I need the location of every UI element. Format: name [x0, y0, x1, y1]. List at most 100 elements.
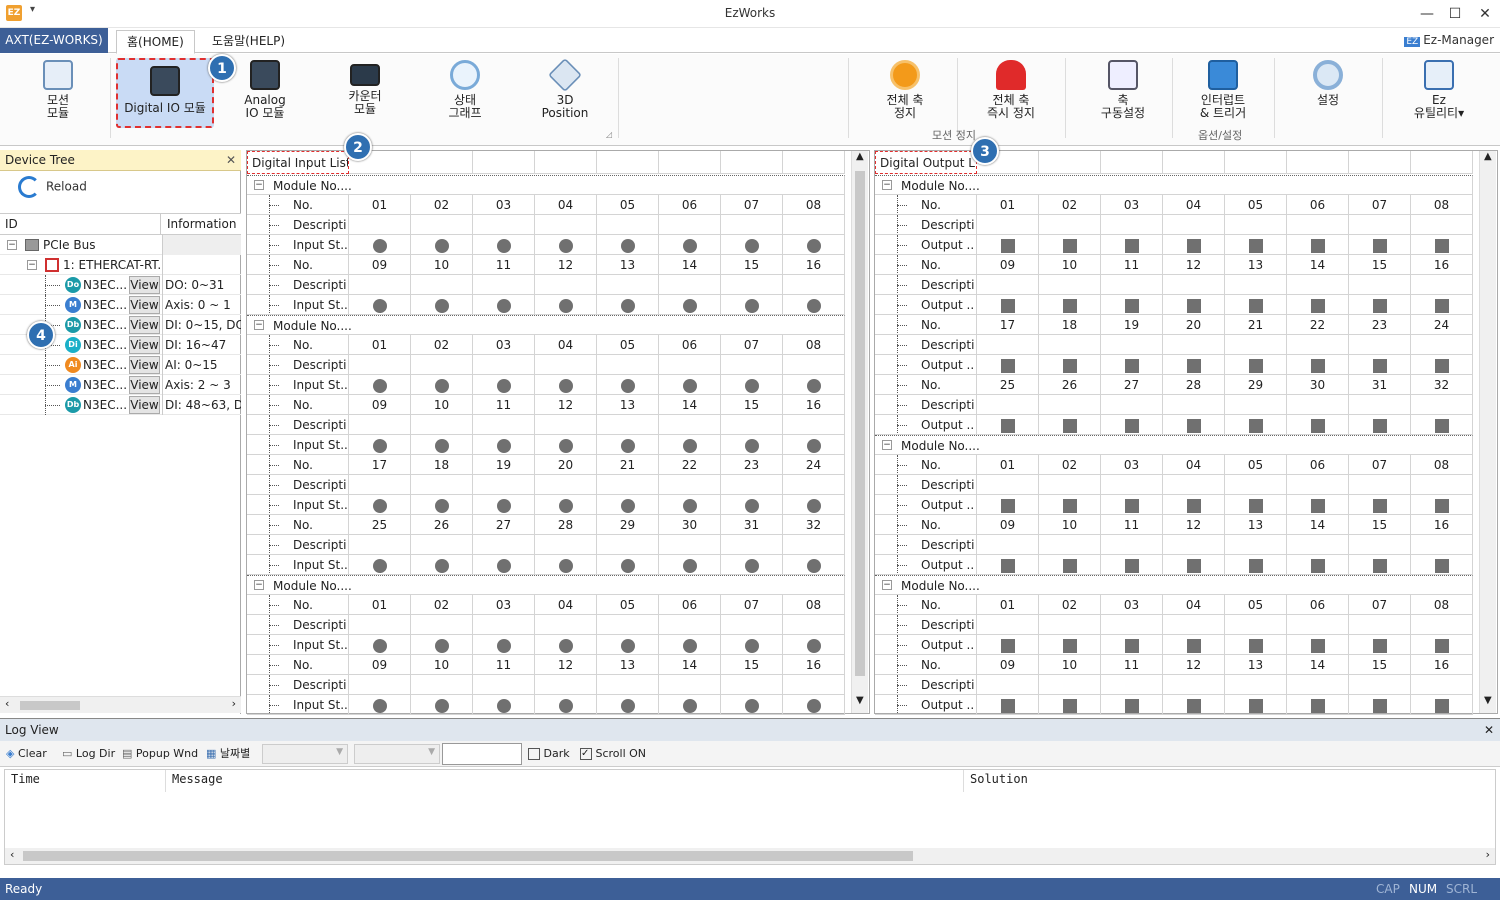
- io-state-cell[interactable]: [1225, 555, 1287, 575]
- io-description-cell[interactable]: [1411, 275, 1473, 295]
- io-description-cell[interactable]: [977, 615, 1039, 635]
- output-led-icon[interactable]: [1372, 418, 1387, 433]
- io-description-cell[interactable]: [597, 355, 659, 375]
- io-description-cell[interactable]: [659, 675, 721, 695]
- module-row[interactable]: − Module No....: [875, 435, 1473, 455]
- column-solution[interactable]: Solution: [963, 770, 1034, 792]
- io-state-cell[interactable]: [1101, 555, 1163, 575]
- io-description-cell[interactable]: [411, 475, 473, 495]
- io-description-cell[interactable]: [535, 615, 597, 635]
- io-description-cell[interactable]: [977, 335, 1039, 355]
- output-led-icon[interactable]: [1000, 698, 1015, 713]
- output-led-icon[interactable]: [1248, 558, 1263, 573]
- output-led-icon[interactable]: [1062, 698, 1077, 713]
- io-description-cell[interactable]: [411, 535, 473, 555]
- scroll-thumb[interactable]: [855, 171, 865, 676]
- io-description-cell[interactable]: [721, 415, 783, 435]
- axis-drive-settings-button[interactable]: 축 구동설정: [1090, 56, 1156, 130]
- io-description-cell[interactable]: [535, 275, 597, 295]
- log-horizontal-scrollbar[interactable]: ‹ ›: [5, 848, 1495, 864]
- output-led-icon[interactable]: [1248, 498, 1263, 513]
- io-description-cell[interactable]: [977, 395, 1039, 415]
- output-led-icon[interactable]: [1124, 358, 1139, 373]
- status-graph-button[interactable]: 상태 그래프: [434, 56, 496, 130]
- io-state-cell[interactable]: [1101, 635, 1163, 655]
- minimize-button[interactable]: —: [1412, 2, 1442, 26]
- io-description-cell[interactable]: [1101, 675, 1163, 695]
- output-led-icon[interactable]: [1062, 638, 1077, 653]
- node-view-button[interactable]: View: [129, 316, 160, 334]
- io-state-cell[interactable]: [1349, 635, 1411, 655]
- io-state-cell[interactable]: [1101, 355, 1163, 375]
- output-led-icon[interactable]: [1186, 698, 1201, 713]
- io-state-cell[interactable]: [1039, 355, 1101, 375]
- io-state-cell[interactable]: [977, 495, 1039, 515]
- io-description-cell[interactable]: [1163, 615, 1225, 635]
- output-led-icon[interactable]: [1124, 498, 1139, 513]
- scroll-on-checkbox[interactable]: ✓ Scroll ON: [580, 746, 646, 762]
- position-3d-button[interactable]: 3D Position: [534, 56, 596, 130]
- io-state-cell[interactable]: [1349, 555, 1411, 575]
- io-description-cell[interactable]: [1163, 535, 1225, 555]
- output-led-icon[interactable]: [1310, 498, 1325, 513]
- io-description-cell[interactable]: [1349, 675, 1411, 695]
- io-description-cell[interactable]: [783, 355, 845, 375]
- output-led-icon[interactable]: [1434, 238, 1449, 253]
- output-led-icon[interactable]: [1372, 298, 1387, 313]
- io-description-cell[interactable]: [597, 275, 659, 295]
- output-led-icon[interactable]: [1124, 418, 1139, 433]
- io-description-cell[interactable]: [1287, 675, 1349, 695]
- module-row[interactable]: − Module No....: [875, 175, 1473, 195]
- output-led-icon[interactable]: [1372, 698, 1387, 713]
- module-row[interactable]: − Module No....: [247, 575, 845, 595]
- io-state-cell[interactable]: [1225, 235, 1287, 255]
- popup-wnd-button[interactable]: ▤ Popup Wnd: [122, 746, 198, 762]
- module-row[interactable]: − Module No....: [247, 315, 845, 335]
- collapse-icon[interactable]: −: [254, 580, 264, 590]
- io-description-cell[interactable]: [1163, 395, 1225, 415]
- io-description-cell[interactable]: [659, 475, 721, 495]
- io-state-cell[interactable]: [1349, 415, 1411, 435]
- io-description-cell[interactable]: [659, 215, 721, 235]
- scroll-thumb[interactable]: [23, 851, 913, 861]
- io-description-cell[interactable]: [977, 675, 1039, 695]
- io-description-cell[interactable]: [1101, 215, 1163, 235]
- io-description-cell[interactable]: [1287, 335, 1349, 355]
- io-description-cell[interactable]: [473, 415, 535, 435]
- io-description-cell[interactable]: [1349, 335, 1411, 355]
- tree-row-node[interactable]: DbN3EC...ViewDI: 48~63, DO: [0, 395, 241, 415]
- io-state-cell[interactable]: [1163, 495, 1225, 515]
- io-state-cell[interactable]: [977, 235, 1039, 255]
- io-description-cell[interactable]: [1225, 615, 1287, 635]
- io-description-cell[interactable]: [1225, 275, 1287, 295]
- io-description-cell[interactable]: [473, 275, 535, 295]
- io-description-cell[interactable]: [1287, 215, 1349, 235]
- scroll-right-icon[interactable]: ›: [1484, 848, 1491, 861]
- io-description-cell[interactable]: [597, 215, 659, 235]
- io-state-cell[interactable]: [1163, 635, 1225, 655]
- io-description-cell[interactable]: [721, 675, 783, 695]
- io-description-cell[interactable]: [1039, 675, 1101, 695]
- tree-row-node[interactable]: Ai N3EC... View AI: 0~15: [0, 355, 241, 375]
- io-description-cell[interactable]: [411, 675, 473, 695]
- output-led-icon[interactable]: [1186, 298, 1201, 313]
- io-description-cell[interactable]: [783, 275, 845, 295]
- io-description-cell[interactable]: [1349, 475, 1411, 495]
- collapse-icon[interactable]: −: [882, 180, 892, 190]
- io-description-cell[interactable]: [1411, 335, 1473, 355]
- io-description-cell[interactable]: [349, 675, 411, 695]
- io-state-cell[interactable]: [1287, 695, 1349, 715]
- io-state-cell[interactable]: [1411, 495, 1473, 515]
- io-state-cell[interactable]: [1349, 235, 1411, 255]
- output-led-icon[interactable]: [1372, 638, 1387, 653]
- io-description-cell[interactable]: [1287, 275, 1349, 295]
- io-description-cell[interactable]: [1101, 615, 1163, 635]
- io-description-cell[interactable]: [349, 355, 411, 375]
- reload-button[interactable]: Reload: [18, 176, 87, 198]
- output-led-icon[interactable]: [1434, 498, 1449, 513]
- output-led-icon[interactable]: [1248, 298, 1263, 313]
- io-description-cell[interactable]: [1101, 475, 1163, 495]
- output-led-icon[interactable]: [1372, 498, 1387, 513]
- io-state-cell[interactable]: [1039, 235, 1101, 255]
- io-state-cell[interactable]: [977, 415, 1039, 435]
